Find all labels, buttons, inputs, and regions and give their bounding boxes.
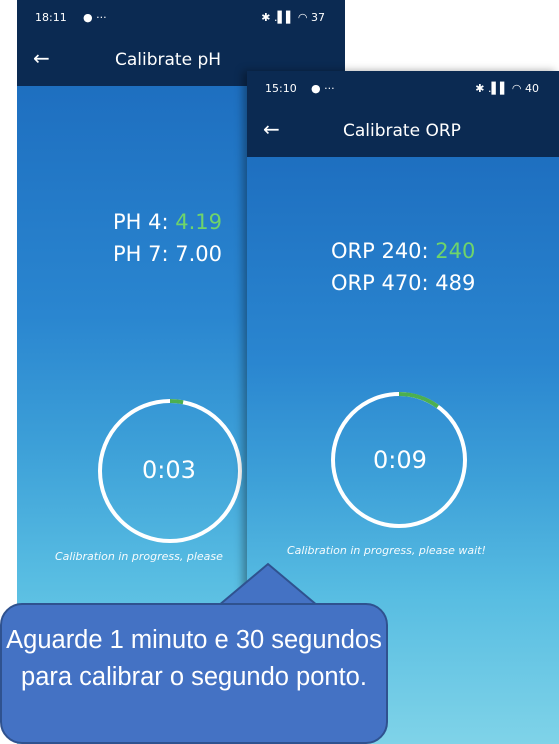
reading-orp240: ORP 240: 240 bbox=[331, 235, 475, 267]
reading-ph7-label: PH 7: bbox=[113, 242, 176, 266]
readings: PH 4: 4.19 PH 7: 7.00 bbox=[113, 206, 222, 270]
system-status-icons: ✱ .▌▌ ◠ 37 bbox=[261, 11, 325, 24]
notification-icons: ● ··· bbox=[311, 82, 335, 95]
calibration-status-message: Calibration in progress, please wait! bbox=[287, 544, 486, 557]
status-time: 18:11 bbox=[35, 11, 67, 24]
reading-orp470-value: 489 bbox=[435, 271, 476, 295]
back-arrow-icon[interactable]: ← bbox=[263, 119, 280, 139]
screen-title: Calibrate ORP bbox=[343, 121, 461, 141]
progress-ring-arc bbox=[169, 399, 184, 405]
reading-ph4-label: PH 4: bbox=[113, 210, 176, 234]
notification-icons: ● ··· bbox=[83, 11, 107, 24]
countdown-timer: 0:09 bbox=[373, 446, 427, 474]
reading-orp240-value: 240 bbox=[435, 239, 476, 263]
progress-ring-arc bbox=[398, 392, 439, 409]
app-bar: ← Calibrate ORP bbox=[247, 105, 559, 157]
reading-orp470: ORP 470: 489 bbox=[331, 267, 475, 299]
back-arrow-icon[interactable]: ← bbox=[33, 48, 50, 68]
countdown-timer: 0:03 bbox=[142, 456, 196, 484]
reading-ph4: PH 4: 4.19 bbox=[113, 206, 222, 238]
reading-orp240-label: ORP 240: bbox=[331, 239, 436, 263]
status-time: 15:10 bbox=[265, 82, 297, 95]
reading-ph7-value: 7.00 bbox=[175, 242, 223, 266]
screen-title: Calibrate pH bbox=[115, 50, 222, 70]
reading-ph7: PH 7: 7.00 bbox=[113, 238, 222, 270]
readings: ORP 240: 240 ORP 470: 489 bbox=[331, 235, 475, 299]
status-bar: 15:10 ● ··· ✱ .▌▌ ◠ 40 bbox=[247, 71, 559, 105]
reading-orp470-label: ORP 470: bbox=[331, 271, 436, 295]
status-bar: 18:11 ● ··· ✱ .▌▌ ◠ 37 bbox=[17, 0, 345, 34]
reading-ph4-value: 4.19 bbox=[175, 210, 223, 234]
instruction-callout-text: Aguarde 1 minuto e 30 segundos para cali… bbox=[6, 626, 382, 691]
system-status-icons: ✱ .▌▌ ◠ 40 bbox=[475, 82, 539, 95]
calibration-status-message: Calibration in progress, please bbox=[55, 550, 223, 563]
